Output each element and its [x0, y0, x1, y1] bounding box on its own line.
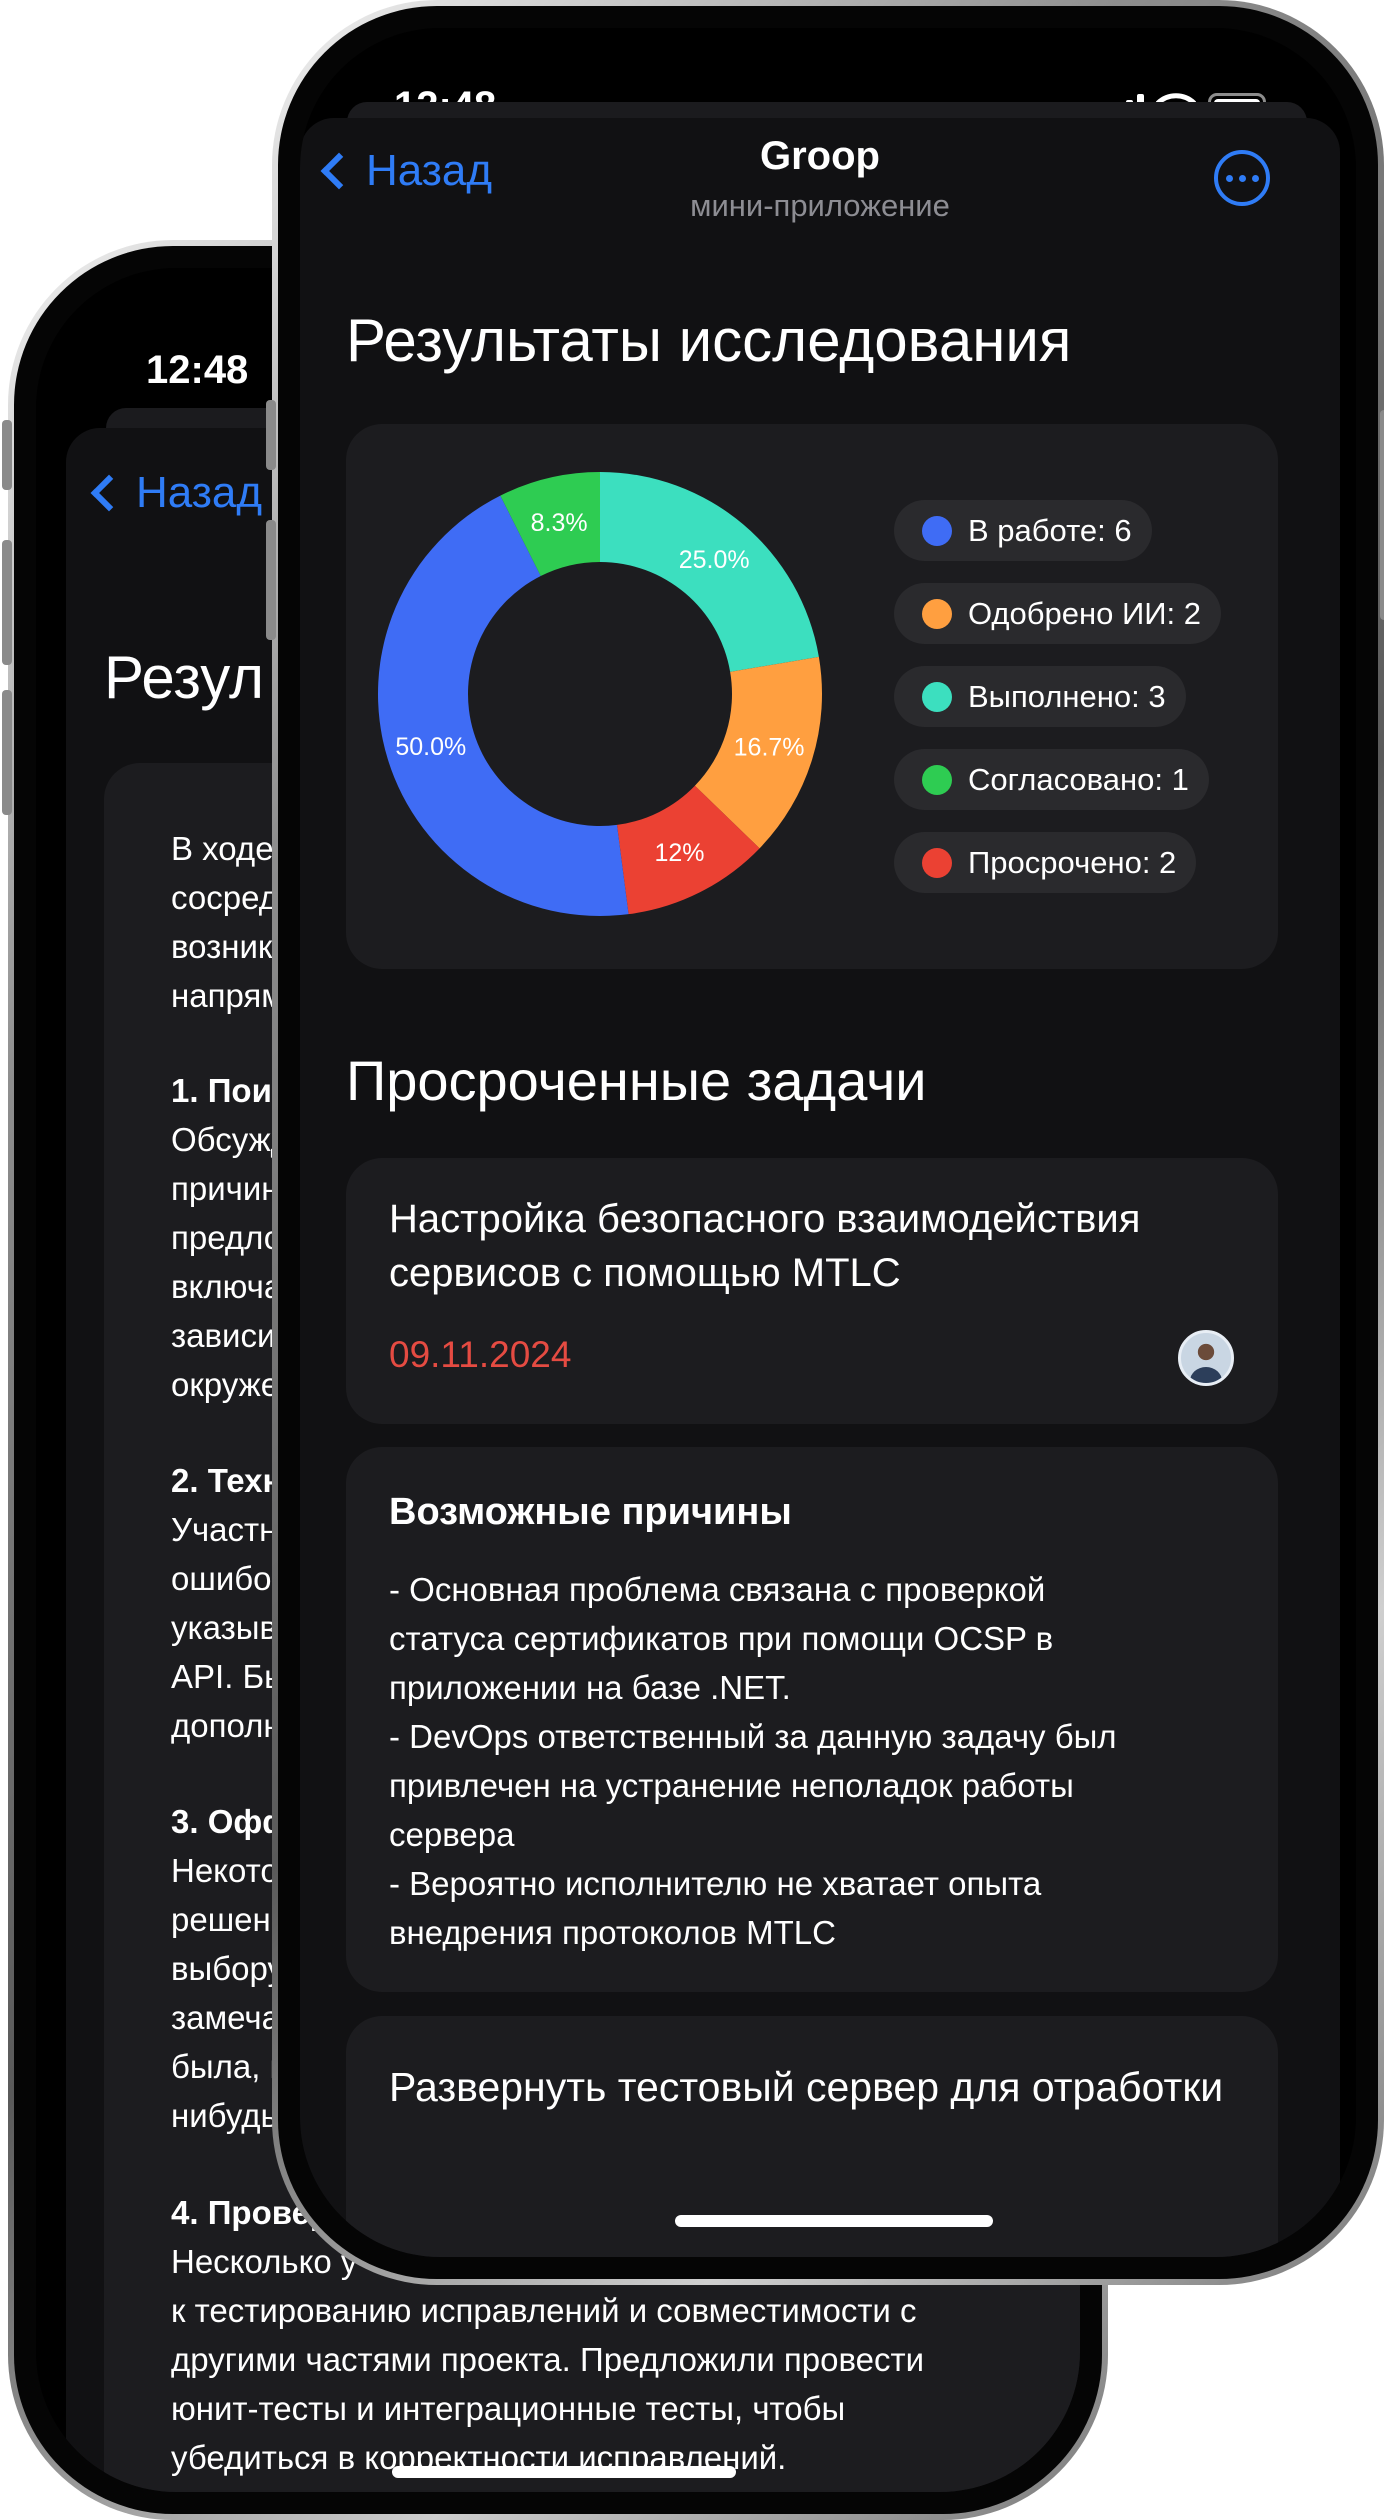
legend-dot — [922, 681, 952, 712]
volume-up-button — [266, 520, 276, 640]
legend-item: Просрочено: 2 — [894, 832, 1197, 893]
legend-item: Выполнено: 3 — [894, 666, 1186, 727]
front-phone-frame: 12:48 Назад G — [266, 0, 1384, 2285]
overdue-task-card[interactable]: Настройка безопасного взаимодействия сер… — [346, 1158, 1278, 1424]
donut-data-label: 12% — [654, 839, 704, 867]
status-time: 12:48 — [146, 348, 249, 392]
legend-item: В работе: 6 — [894, 500, 1152, 561]
legend-dot — [922, 764, 952, 795]
legend-item: Согласовано: 1 — [894, 749, 1209, 810]
app-title: Groop — [760, 134, 880, 178]
results-title: Результаты исследования — [346, 307, 1072, 374]
back-button[interactable]: Назад — [86, 468, 262, 518]
legend-dot — [922, 598, 952, 629]
legend-label: В работе: 6 — [968, 512, 1132, 548]
mini-app-sheet: Назад Groop мини-приложение Результаты и… — [300, 118, 1340, 2257]
front-phone-screen: 12:48 Назад G — [300, 28, 1356, 2257]
donut-data-label: 16.7% — [734, 733, 805, 761]
home-indicator — [675, 2215, 993, 2227]
back-label: Назад — [136, 468, 263, 517]
overdue-title: Просроченные задачи — [346, 1049, 927, 1112]
legend-item: Одобрено ИИ: 2 — [894, 583, 1221, 644]
legend-label: Просрочено: 2 — [968, 844, 1177, 880]
task-title: Развернуть тестовый сервер для отработки — [389, 2064, 1224, 2110]
more-options-icon[interactable] — [1214, 150, 1270, 206]
summary-body-4: к тестированию исправлений и совместимос… — [171, 2292, 925, 2476]
app-subtitle: мини-приложение — [690, 188, 950, 223]
task-title: Настройка безопасного взаимодействия сер… — [389, 1197, 1141, 1295]
donut-data-label: 25.0% — [679, 546, 750, 574]
volume-up-button — [2, 540, 12, 665]
home-indicator — [392, 2466, 736, 2478]
legend-dot — [922, 847, 952, 878]
donut-chart: 25.0% 16.7% 12% 50.0% 8.3% — [378, 472, 822, 916]
donut-data-label: 50.0% — [395, 733, 466, 761]
phone-bezel: 12:48 Назад G — [278, 6, 1378, 2279]
side-button — [2, 420, 12, 490]
legend-label: Выполнено: 3 — [968, 678, 1166, 714]
chart-legend: В работе: 6 Одобрено ИИ: 2 Выполнено: 3 Сог… — [894, 500, 1221, 893]
possible-causes-card: Возможные причины - Основная проблема св… — [346, 1447, 1278, 1992]
page-title: Резул — [104, 644, 264, 711]
task-due-date: 09.11.2024 — [389, 1334, 572, 1375]
donut-data-label: 8.3% — [531, 509, 588, 537]
chevron-left-icon — [90, 474, 128, 512]
causes-text: - Основная проблема связана с проверкой … — [389, 1571, 1117, 1951]
legend-label: Одобрено ИИ: 2 — [968, 595, 1201, 631]
power-button — [1380, 410, 1384, 620]
volume-down-button — [2, 690, 12, 815]
assignee-avatar — [1178, 1330, 1234, 1386]
legend-dot — [922, 515, 952, 546]
action-button — [266, 400, 276, 470]
chart-card: 25.0% 16.7% 12% 50.0% 8.3% В работе: 6 Одобре… — [346, 424, 1278, 969]
legend-label: Согласовано: 1 — [968, 761, 1189, 797]
causes-title: Возможные причины — [389, 1491, 792, 1533]
